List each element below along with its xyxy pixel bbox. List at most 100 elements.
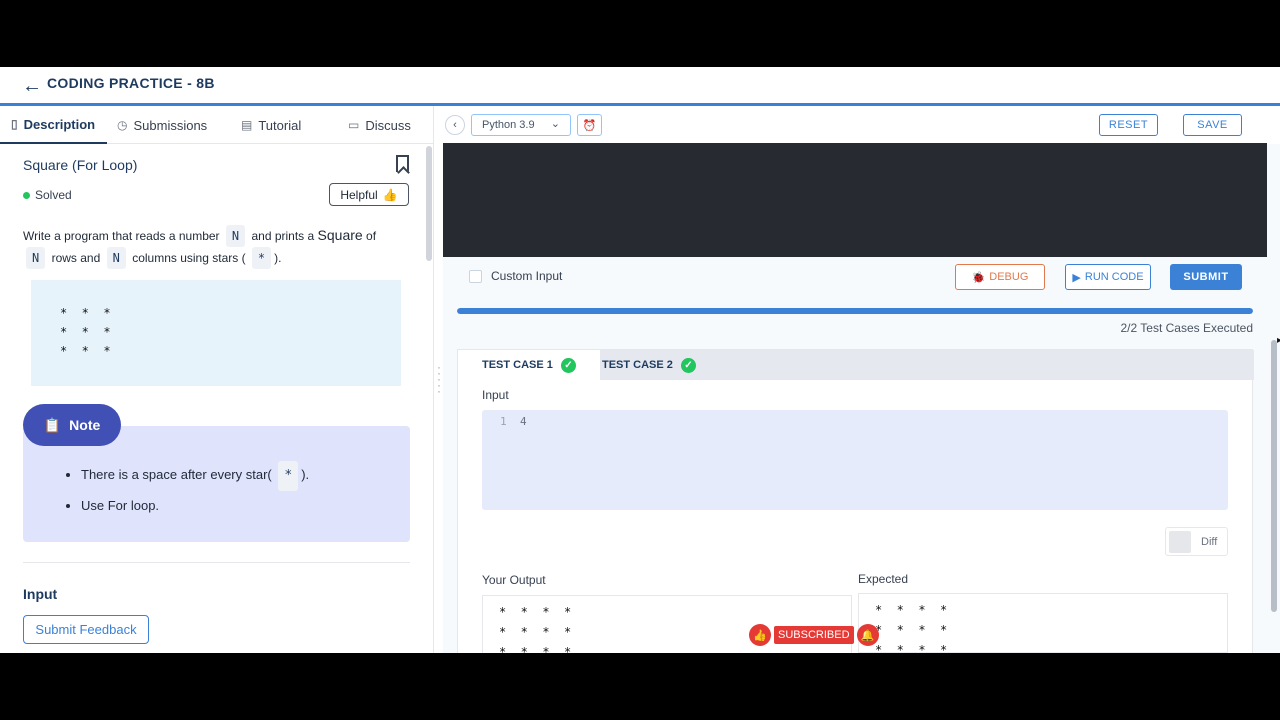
submit-button[interactable]: SUBMIT [1170, 264, 1242, 290]
run-label: RUN CODE [1084, 271, 1144, 283]
inline-code: N [225, 225, 246, 247]
expected-output-box: * * * * * * * * * * * * [858, 593, 1228, 653]
test-input-box: 1 4 [482, 410, 1228, 510]
tab-discuss[interactable]: ▭ Discuss [348, 106, 411, 144]
check-circle-icon: ✓ [560, 357, 576, 373]
thumbs-up-icon: 👍 [749, 624, 771, 646]
right-scrollbar[interactable] [1271, 340, 1277, 612]
description-panel: ▯ Description ◷ Submissions ▤ Tutorial ▭… [0, 106, 434, 653]
editor-toolbar: ‹ Python 3.9 ⌄ ⏰ RESET SAVE [443, 106, 1280, 144]
desc-text: rows and [51, 251, 101, 265]
sample-output: * * * * * * * * * [60, 306, 111, 358]
input-label: Input [482, 388, 509, 402]
expected-output: * * * * * * * * * * * * [875, 603, 948, 653]
bug-icon: 🐞 [971, 271, 986, 284]
chat-icon: ▭ [348, 118, 360, 132]
note-text: There is a space after every star( [81, 467, 272, 482]
tab-submissions[interactable]: ◷ Submissions [117, 106, 207, 144]
diff-label: Diff [1201, 535, 1218, 548]
desc-text: Write a program that reads a number [23, 229, 220, 243]
helpful-button[interactable]: Helpful 👍 [329, 183, 409, 206]
executed-count: 2/2 Test Cases Executed [1120, 321, 1253, 335]
problem-description: Write a program that reads a number N an… [23, 224, 403, 269]
top-bar: ← CODING PRACTICE - 8B [0, 67, 1280, 103]
status-dot-icon [23, 191, 30, 199]
subscribe-overlay: 👍 SUBSCRIBED 🔔 [749, 624, 879, 646]
custom-input-toggle[interactable]: Custom Input [469, 269, 562, 283]
tab-label: Description [23, 116, 96, 132]
check-circle-icon: ✓ [680, 357, 696, 373]
question-title: Square (For Loop) [23, 157, 138, 173]
note-text: ). [301, 467, 310, 482]
page-title: CODING PRACTICE - 8B [47, 75, 215, 91]
custom-input-label: Custom Input [491, 269, 563, 283]
save-button[interactable]: SAVE [1183, 114, 1242, 136]
helpful-label: Helpful [340, 187, 378, 202]
code-editor[interactable] [443, 143, 1267, 257]
status-badge: Solved [23, 188, 72, 202]
editor-panel: ‹ Python 3.9 ⌄ ⏰ RESET SAVE Custom Input… [443, 106, 1280, 653]
inline-code: N [26, 247, 46, 269]
left-tabs: ▯ Description ◷ Submissions ▤ Tutorial ▭… [0, 106, 434, 144]
play-icon: ▶ [1072, 271, 1081, 284]
chevron-down-icon: ⌄ [550, 118, 560, 130]
test-input-value: 4 [520, 415, 527, 428]
desc-text: columns using stars ( [132, 251, 246, 265]
clipboard-icon: 📋 [43, 416, 62, 433]
note-list: There is a space after every star( *). U… [81, 460, 309, 521]
note-pill: 📋 Note [23, 404, 121, 446]
document-icon: ▯ [11, 117, 18, 131]
list-item: Use For loop. [81, 491, 309, 521]
test-case-panel: TEST CASE 1 ✓ TEST CASE 2 ✓ Input 1 4 Di… [457, 349, 1254, 653]
resize-handle-icon[interactable]: · · · · · [437, 361, 441, 397]
language-value: Python 3.9 [482, 119, 535, 131]
left-scrollbar[interactable] [426, 146, 432, 261]
diff-toggle[interactable]: Diff [1165, 527, 1228, 556]
toggle-switch[interactable] [1169, 530, 1191, 553]
your-output-label: Your Output [482, 573, 546, 587]
line-number: 1 [500, 415, 507, 428]
subscribed-label: SUBSCRIBED [774, 626, 854, 644]
desc-text: of [366, 229, 377, 243]
tab-label: TEST CASE 1 [482, 359, 553, 371]
book-icon: ▤ [241, 118, 253, 132]
desc-keyword: Square [317, 227, 363, 243]
tab-test-case-2[interactable]: TEST CASE 2 ✓ [578, 350, 720, 380]
inline-code: * [251, 247, 272, 269]
test-case-tabs: TEST CASE 1 ✓ TEST CASE 2 ✓ [458, 350, 1254, 380]
input-heading: Input [23, 586, 58, 602]
tab-label: Tutorial [258, 117, 302, 133]
thumbs-up-icon: 👍 [382, 187, 398, 202]
bookmark-icon[interactable] [396, 155, 409, 172]
clock-icon: ◷ [117, 118, 128, 132]
back-arrow-icon[interactable]: ← [22, 75, 42, 98]
submit-feedback-button[interactable]: Submit Feedback [23, 615, 149, 644]
bell-icon: 🔔 [856, 624, 879, 646]
tab-tutorial[interactable]: ▤ Tutorial [241, 106, 301, 144]
status-text: Solved [35, 188, 72, 202]
tab-description[interactable]: ▯ Description [0, 106, 107, 144]
progress-fill [457, 308, 1253, 314]
debug-button[interactable]: 🐞 DEBUG [955, 264, 1045, 290]
collapse-left-icon[interactable]: ‹ [445, 115, 465, 135]
tab-label: Discuss [365, 117, 411, 133]
your-output: * * * * * * * * * * * * [499, 605, 572, 653]
language-select[interactable]: Python 3.9 ⌄ [471, 114, 571, 136]
reset-button[interactable]: RESET [1099, 114, 1158, 136]
note-label: Note [69, 417, 101, 433]
inline-code: N [106, 247, 126, 269]
debug-label: DEBUG [989, 271, 1029, 283]
desc-text: ). [274, 251, 282, 265]
inline-code: * [278, 461, 299, 491]
list-item: There is a space after every star( *). [81, 460, 309, 491]
test-progress-bar [457, 308, 1253, 314]
alarm-icon[interactable]: ⏰ [577, 114, 602, 136]
tab-label: TEST CASE 2 [602, 359, 673, 371]
desc-text: and prints a [251, 229, 315, 243]
custom-input-checkbox[interactable] [469, 269, 482, 283]
divider [23, 562, 410, 563]
app-frame: ← CODING PRACTICE - 8B ▯ Description ◷ S… [0, 67, 1280, 653]
sample-output-box: * * * * * * * * * [31, 280, 401, 386]
run-code-button[interactable]: ▶ RUN CODE [1065, 264, 1151, 290]
expected-label: Expected [858, 572, 909, 586]
